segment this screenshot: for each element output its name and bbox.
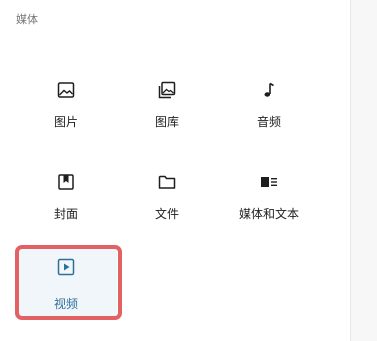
cover-icon xyxy=(56,172,76,192)
category-title: 媒体 xyxy=(16,13,38,26)
block-video[interactable]: 视频 xyxy=(15,248,117,320)
video-icon xyxy=(56,257,76,277)
block-label: 文件 xyxy=(154,207,179,221)
block-image[interactable]: 图片 xyxy=(15,66,117,146)
block-cover[interactable]: 封面 xyxy=(15,158,117,238)
block-file[interactable]: 文件 xyxy=(116,158,218,238)
block-label: 封面 xyxy=(53,207,78,221)
audio-icon xyxy=(259,80,279,100)
block-media-text[interactable]: 媒体和文本 xyxy=(218,158,320,238)
file-icon xyxy=(157,172,177,192)
block-label: 视频 xyxy=(53,297,78,311)
block-label: 图片 xyxy=(53,115,78,129)
sidebar-edge xyxy=(350,0,377,341)
block-label: 图库 xyxy=(154,115,179,129)
image-icon xyxy=(56,80,76,100)
block-gallery[interactable]: 图库 xyxy=(116,66,218,146)
block-label: 媒体和文本 xyxy=(238,207,299,221)
gallery-icon xyxy=(157,80,177,100)
block-label: 音频 xyxy=(256,115,281,129)
block-audio[interactable]: 音频 xyxy=(218,66,320,146)
media-text-icon xyxy=(259,172,279,192)
block-inserter-panel: 媒体 图片 图库 音频 封面 文件 媒体和文本 视频 xyxy=(0,0,377,341)
